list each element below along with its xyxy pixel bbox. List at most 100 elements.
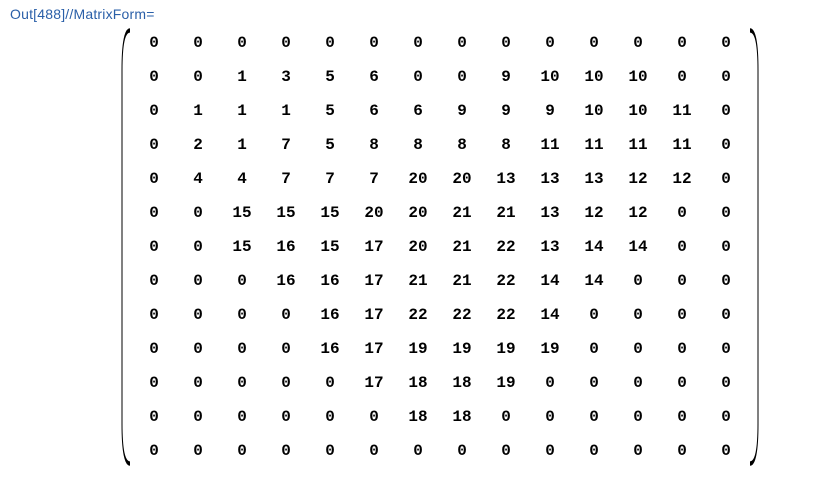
matrix-row: 000001718181900000 [132, 366, 748, 400]
matrix-cell: 12 [616, 196, 660, 230]
matrix-cell: 0 [660, 366, 704, 400]
matrix-cell: 0 [132, 400, 176, 434]
matrix-cell: 22 [484, 230, 528, 264]
matrix-cell: 16 [264, 264, 308, 298]
matrix-cell: 9 [440, 94, 484, 128]
matrix-cell: 0 [616, 26, 660, 60]
matrix-cell: 14 [616, 230, 660, 264]
matrix-cell: 0 [132, 196, 176, 230]
matrix-cell: 0 [132, 128, 176, 162]
matrix-cell: 16 [308, 264, 352, 298]
matrix-cell: 13 [528, 196, 572, 230]
matrix-row: 00001617222222140000 [132, 298, 748, 332]
matrix-cell: 0 [528, 26, 572, 60]
matrix-cell: 10 [616, 60, 660, 94]
matrix-cell: 0 [704, 332, 748, 366]
matrix-cell: 0 [660, 196, 704, 230]
matrix-cell: 0 [484, 434, 528, 468]
matrix-cell: 7 [352, 162, 396, 196]
matrix-row: 0001616172121221414000 [132, 264, 748, 298]
matrix-cell: 0 [616, 366, 660, 400]
matrix-cell: 0 [264, 298, 308, 332]
matrix-cell: 5 [308, 60, 352, 94]
matrix-row: 00001617191919190000 [132, 332, 748, 366]
matrix-cell: 13 [528, 162, 572, 196]
matrix-cell: 0 [660, 332, 704, 366]
matrix-cell: 14 [528, 298, 572, 332]
matrix-cell: 0 [264, 434, 308, 468]
matrix-cell: 0 [484, 26, 528, 60]
matrix-cell: 7 [264, 162, 308, 196]
matrix-cell: 0 [132, 26, 176, 60]
matrix-cell: 18 [440, 400, 484, 434]
matrix-cell: 8 [440, 128, 484, 162]
matrix-row: 021758888111111110 [132, 128, 748, 162]
matrix-cell: 0 [704, 298, 748, 332]
matrix-cell: 22 [484, 264, 528, 298]
matrix-cell: 0 [176, 230, 220, 264]
output-cell: Out[488]//MatrixForm= 000000000000000013… [0, 0, 830, 502]
matrix-cell: 0 [704, 26, 748, 60]
matrix-cell: 0 [704, 230, 748, 264]
matrix-cell: 16 [264, 230, 308, 264]
matrix-cell: 21 [396, 264, 440, 298]
matrix-cell: 0 [176, 298, 220, 332]
matrix-cell: 0 [308, 434, 352, 468]
matrix-cell: 0 [176, 366, 220, 400]
matrix-cell: 6 [352, 94, 396, 128]
matrix-cell: 17 [352, 264, 396, 298]
matrix-cell: 0 [132, 94, 176, 128]
matrix-cell: 14 [528, 264, 572, 298]
matrix-cell: 22 [440, 298, 484, 332]
matrix-cell: 0 [660, 230, 704, 264]
matrix-row: 00000000000000 [132, 434, 748, 468]
matrix-cell: 0 [352, 26, 396, 60]
matrix-cell: 1 [220, 60, 264, 94]
matrix-cell: 0 [440, 60, 484, 94]
matrix-cell: 7 [264, 128, 308, 162]
matrix-cell: 20 [352, 196, 396, 230]
matrix-cell: 9 [484, 60, 528, 94]
matrix-table: 0000000000000000135600910101000011156699… [132, 26, 748, 468]
matrix-cell: 0 [176, 434, 220, 468]
matrix-cell: 6 [396, 94, 440, 128]
matrix-cell: 0 [396, 26, 440, 60]
matrix-cell: 10 [616, 94, 660, 128]
matrix-cell: 10 [572, 94, 616, 128]
matrix-cell: 0 [132, 298, 176, 332]
matrix-cell: 0 [660, 400, 704, 434]
matrix-cell: 18 [396, 400, 440, 434]
matrix-cell: 7 [308, 162, 352, 196]
matrix-cell: 1 [220, 128, 264, 162]
matrix-cell: 12 [660, 162, 704, 196]
matrix-cell: 0 [572, 366, 616, 400]
matrix-cell: 12 [572, 196, 616, 230]
matrix-cell: 1 [220, 94, 264, 128]
matrix-cell: 3 [264, 60, 308, 94]
matrix-cell: 17 [352, 366, 396, 400]
matrix-cell: 0 [176, 400, 220, 434]
matrix-cell: 5 [308, 128, 352, 162]
matrix-cell: 0 [704, 60, 748, 94]
matrix-form: 0000000000000000135600910101000011156699… [120, 26, 760, 468]
matrix-cell: 14 [572, 230, 616, 264]
matrix-cell: 21 [484, 196, 528, 230]
matrix-cell: 0 [220, 400, 264, 434]
matrix-cell: 18 [440, 366, 484, 400]
matrix-cell: 20 [440, 162, 484, 196]
matrix-cell: 0 [572, 26, 616, 60]
matrix-cell: 11 [660, 128, 704, 162]
matrix-cell: 11 [660, 94, 704, 128]
matrix-cell: 19 [396, 332, 440, 366]
matrix-row: 01115669991010110 [132, 94, 748, 128]
matrix-cell: 10 [528, 60, 572, 94]
matrix-cell: 0 [616, 264, 660, 298]
matrix-cell: 20 [396, 230, 440, 264]
matrix-cell: 0 [176, 196, 220, 230]
matrix-row: 044777202013131312120 [132, 162, 748, 196]
matrix-cell: 15 [308, 230, 352, 264]
matrix-cell: 17 [352, 230, 396, 264]
matrix-cell: 0 [572, 332, 616, 366]
matrix-cell: 9 [528, 94, 572, 128]
matrix-cell: 13 [572, 162, 616, 196]
